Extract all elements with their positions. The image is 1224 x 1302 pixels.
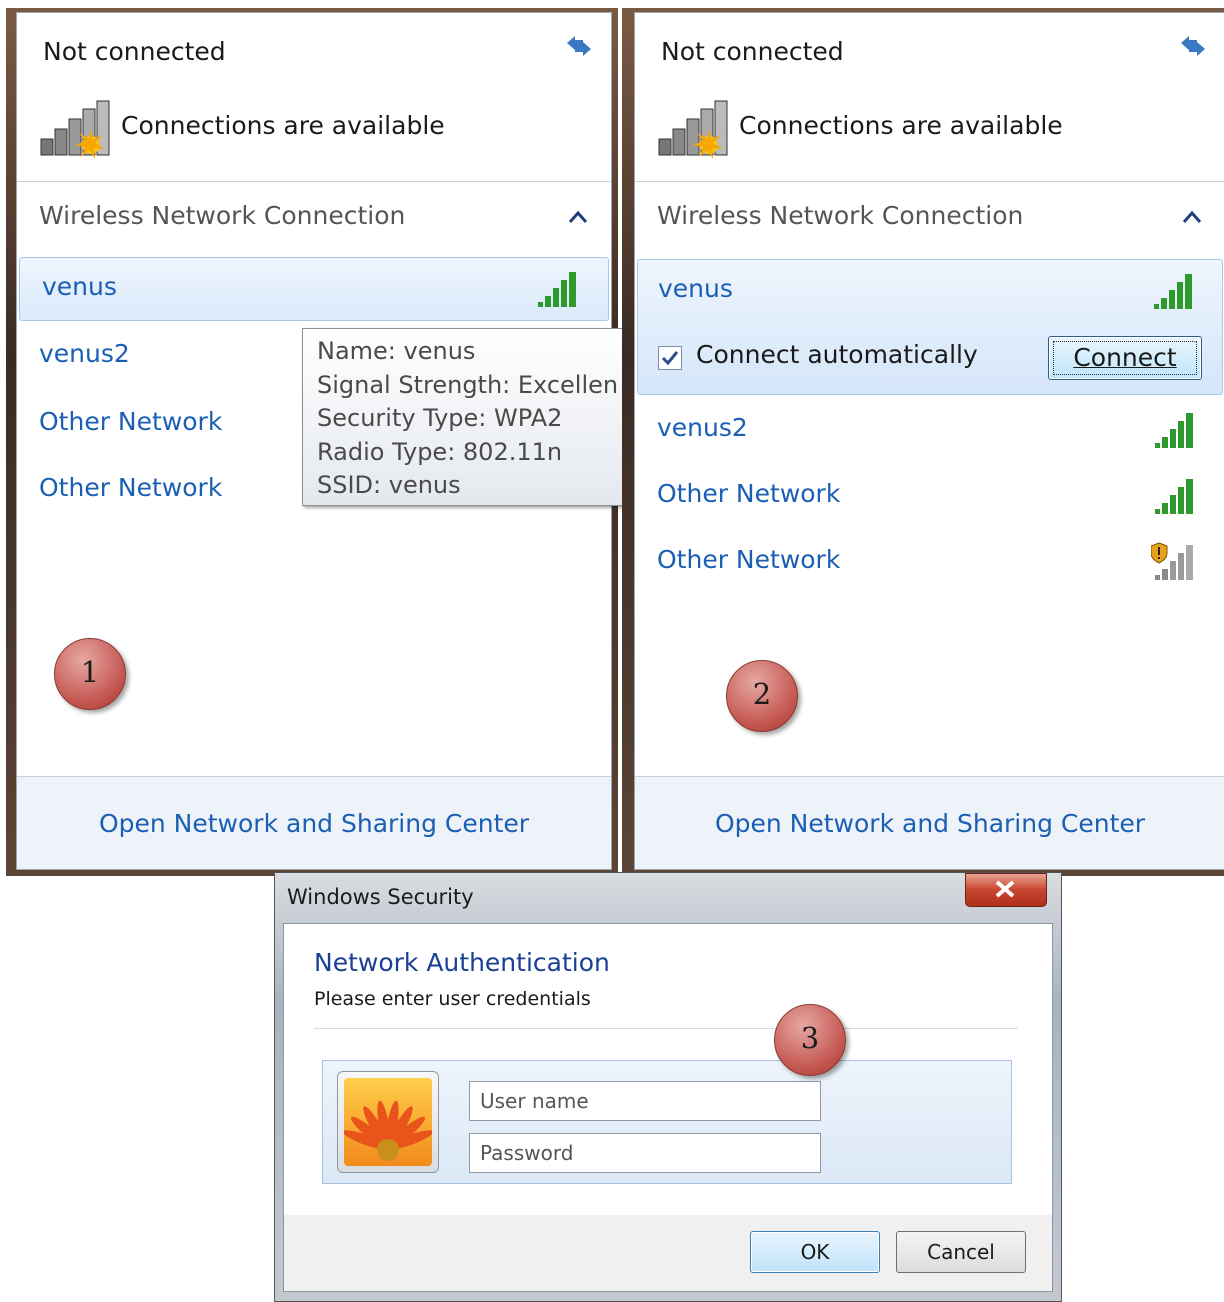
open-network-sharing-center-link[interactable]: Open Network and Sharing Center (635, 809, 1224, 838)
connect-automatically-checkbox[interactable] (658, 346, 682, 370)
refresh-icon[interactable] (561, 31, 597, 61)
connect-button-label: Connect (1073, 343, 1177, 372)
unsecured-signal-icon (1151, 542, 1193, 580)
password-field[interactable] (469, 1133, 821, 1173)
network-name: venus (42, 272, 117, 301)
network-flyout-2: Not connected Connections are available … (634, 12, 1224, 870)
step-number: 1 (80, 655, 100, 689)
dialog-footer: OK Cancel (283, 1215, 1053, 1292)
username-input[interactable] (470, 1082, 820, 1120)
cancel-button-label: Cancel (927, 1240, 995, 1264)
network-name: venus2 (657, 413, 748, 442)
step-number: 2 (752, 677, 772, 711)
network-name: venus (658, 274, 733, 303)
tooltip-ssid: SSID: venus (317, 471, 461, 499)
chevron-up-icon[interactable] (567, 209, 589, 225)
flower-icon (344, 1078, 432, 1166)
chevron-up-icon[interactable] (1181, 209, 1203, 225)
network-name: Other Network (39, 407, 223, 436)
network-name: venus2 (39, 339, 130, 368)
tooltip-radio: Radio Type: 802.11n (317, 437, 563, 466)
user-avatar (337, 1071, 439, 1173)
ok-button-label: OK (800, 1240, 830, 1264)
close-icon (995, 880, 1015, 898)
password-input[interactable] (470, 1134, 820, 1172)
network-status-icon (658, 100, 728, 159)
network-name: Other Network (657, 545, 841, 574)
connection-availability-text: Connections are available (739, 111, 1063, 140)
step-badge: 1 (54, 638, 126, 710)
network-tooltip: Name: venus Signal Strength: Excellen Se… (302, 328, 624, 506)
cancel-button[interactable]: Cancel (896, 1231, 1026, 1273)
wireless-section-header[interactable]: Wireless Network Connection (657, 201, 1023, 230)
signal-strength-icon (538, 272, 576, 307)
ok-button[interactable]: OK (750, 1231, 880, 1273)
open-network-sharing-center-link[interactable]: Open Network and Sharing Center (17, 809, 611, 838)
credential-tile (322, 1060, 1012, 1184)
signal-strength-icon (1154, 274, 1192, 309)
divider (314, 1028, 1018, 1029)
network-name: Other Network (657, 479, 841, 508)
checkmark-icon (661, 351, 679, 366)
connection-status-title: Not connected (43, 37, 226, 66)
signal-strength-icon (1155, 479, 1193, 514)
network-item-venus2[interactable]: venus2 (635, 399, 1224, 461)
tooltip-name: Name: venus (317, 337, 476, 365)
tooltip-signal: Signal Strength: Excellen (317, 370, 619, 399)
flyout-footer: Open Network and Sharing Center (17, 776, 611, 869)
connect-automatically-label[interactable]: Connect automatically (696, 340, 978, 369)
close-button[interactable] (965, 873, 1047, 907)
step-badge: 3 (774, 1004, 846, 1076)
network-item-other-network[interactable]: Other Network (635, 465, 1224, 527)
network-item-venus-expanded[interactable]: venus Connect automatically Connect (637, 259, 1223, 395)
tooltip-security: Security Type: WPA2 (317, 404, 563, 432)
dialog-instruction: Please enter user credentials (314, 988, 591, 1010)
connection-status-title: Not connected (661, 37, 844, 66)
connection-availability-text: Connections are available (121, 111, 445, 140)
step-number: 3 (800, 1021, 820, 1055)
username-field[interactable] (469, 1081, 821, 1121)
network-item-venus[interactable]: venus (19, 257, 609, 321)
flyout-footer: Open Network and Sharing Center (635, 776, 1224, 869)
wireless-section-header[interactable]: Wireless Network Connection (39, 201, 405, 230)
step-badge: 2 (726, 660, 798, 732)
signal-strength-icon (1155, 413, 1193, 448)
dialog-body: Network Authentication Please enter user… (283, 923, 1053, 1217)
network-name: Other Network (39, 473, 223, 502)
windows-security-dialog: Windows Security Network Authentication … (274, 872, 1062, 1302)
flyout-header: Not connected Connections are available (635, 13, 1224, 182)
dialog-heading: Network Authentication (314, 948, 610, 977)
network-item-other-network-unsecured[interactable]: Other Network (635, 531, 1224, 593)
dialog-title: Windows Security (287, 885, 474, 909)
flyout-header: Not connected Connections are available (17, 13, 611, 182)
network-status-icon (40, 100, 110, 159)
refresh-icon[interactable] (1175, 31, 1211, 61)
connect-button[interactable]: Connect (1048, 336, 1202, 380)
